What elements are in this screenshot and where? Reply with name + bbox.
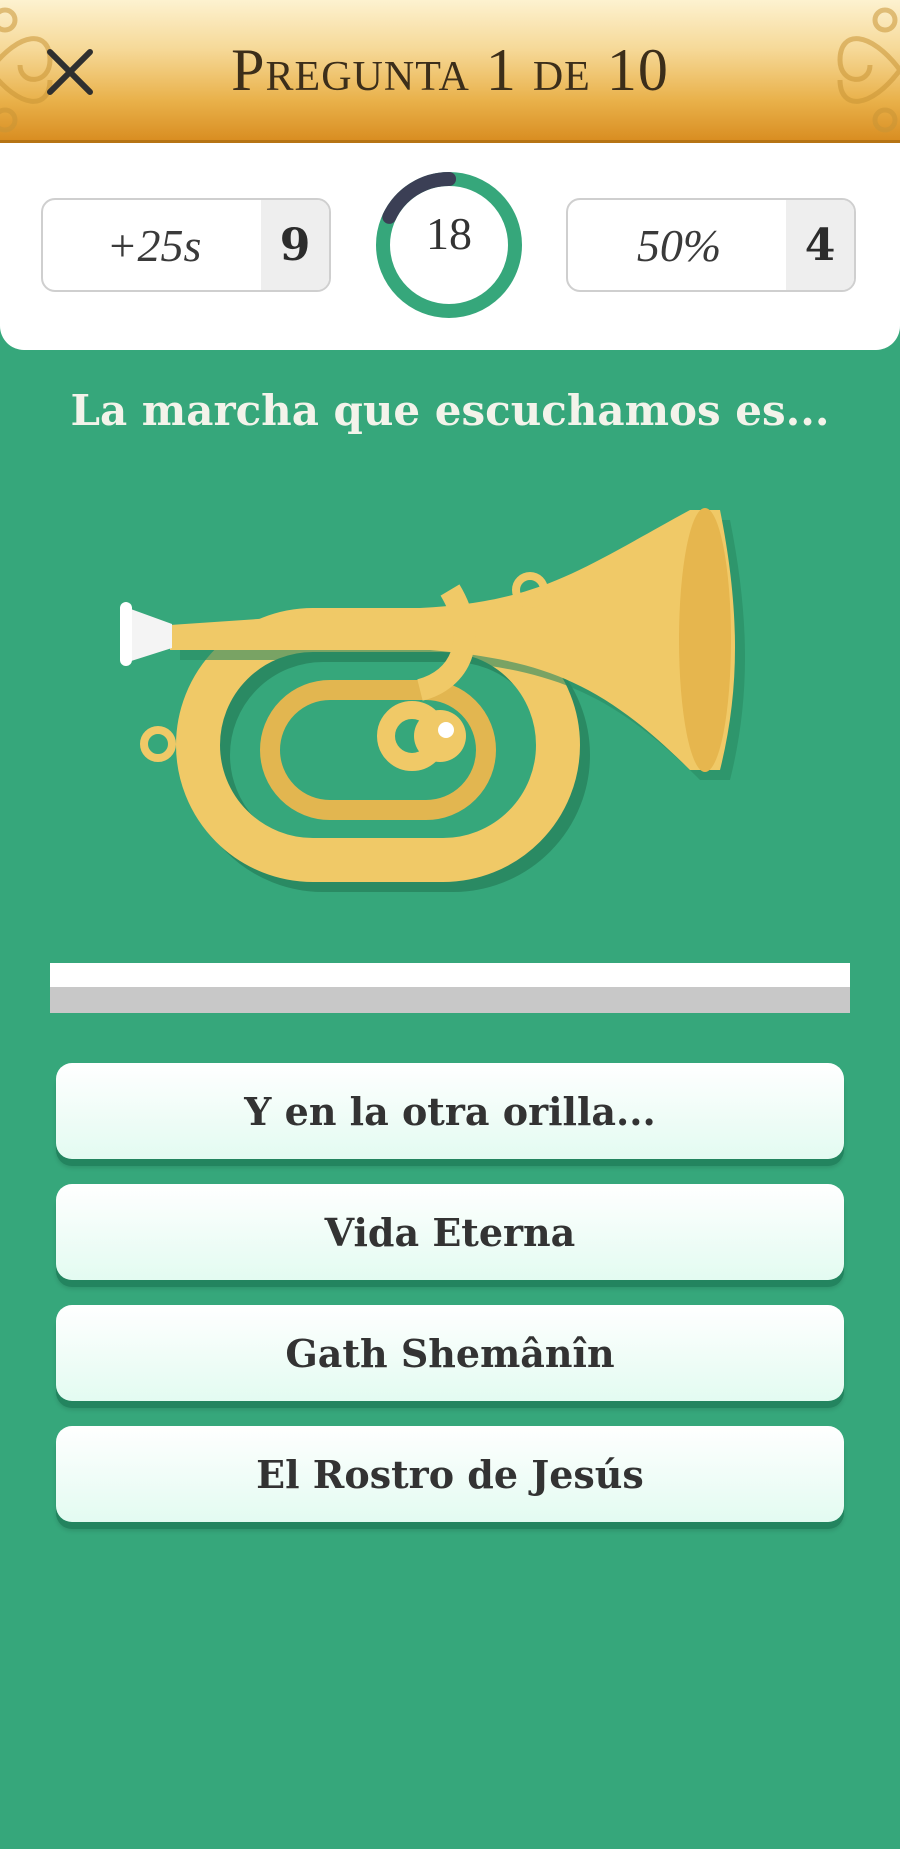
stats-panel: +25s 9 18 50% 4 [0,143,900,350]
time-bonus-label: +25s [106,219,202,271]
answer-option-3[interactable]: Gath Shemânîn [56,1305,844,1401]
question-text: La marcha que escuchamos es... [70,385,830,435]
header-bar: Pregunta 1 de 10 [0,0,900,143]
fifty-fifty-label: 50% [636,219,722,271]
time-bonus-count: 9 [261,200,329,290]
close-icon [47,49,93,95]
close-button[interactable] [40,42,100,102]
timer-value: 18 [426,207,472,259]
audio-progress-fill [50,963,850,987]
answer-option-2[interactable]: Vida Eterna [56,1184,844,1280]
page-title: Pregunta 1 de 10 [231,36,669,103]
answer-option-4[interactable]: El Rostro de Jesús [56,1426,844,1522]
ornament-icon [837,7,900,133]
answer-list: Y en la otra orilla... Vida Eterna Gath … [56,1063,844,1547]
time-bonus-button[interactable]: +25s 9 [41,198,331,292]
fifty-fifty-button[interactable]: 50% 4 [566,198,856,292]
countdown-timer: 18 [372,168,526,322]
answer-option-1[interactable]: Y en la otra orilla... [56,1063,844,1159]
horn-icon [120,508,745,892]
audio-progress-bar [50,963,850,1013]
fifty-fifty-count: 4 [786,200,854,290]
